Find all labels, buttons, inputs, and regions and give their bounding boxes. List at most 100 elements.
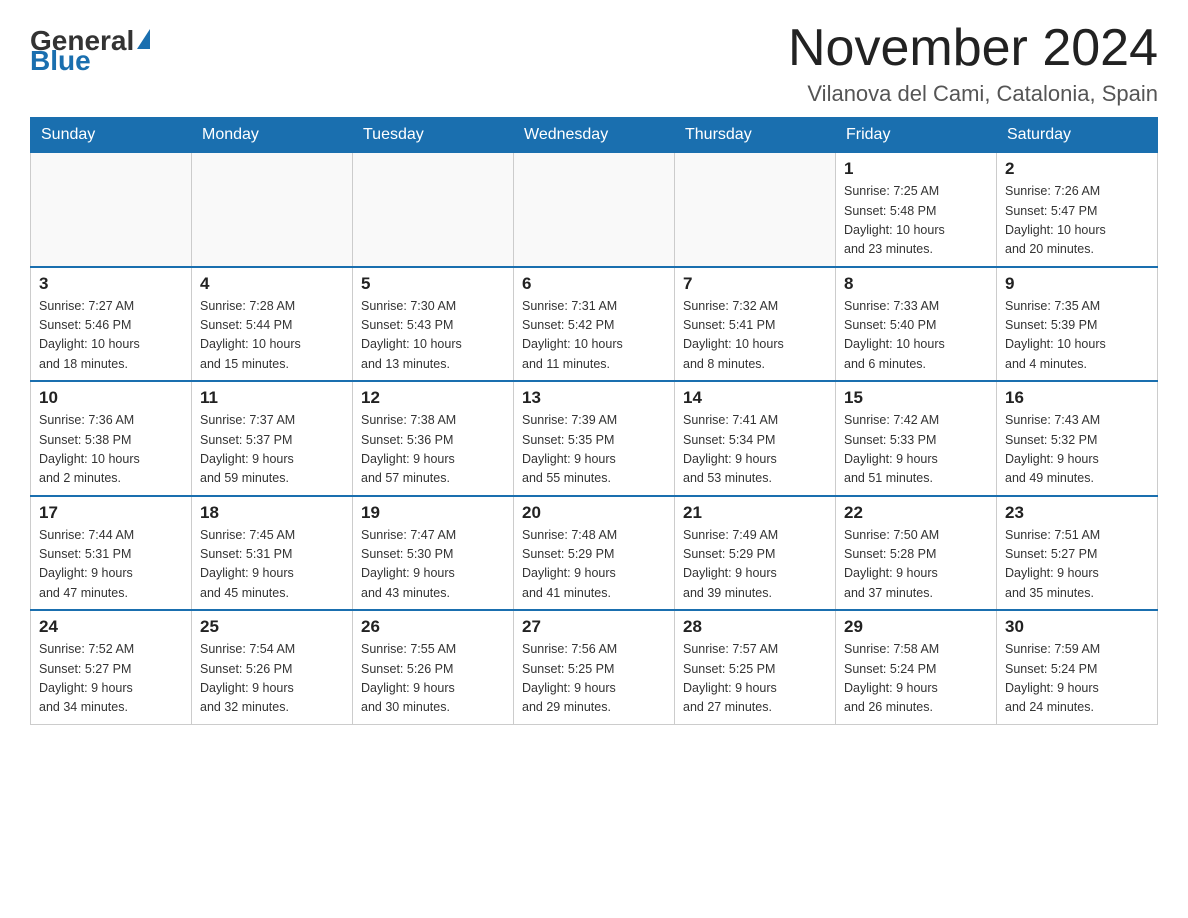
day-number: 4 bbox=[200, 274, 344, 294]
day-info: Sunrise: 7:38 AM Sunset: 5:36 PM Dayligh… bbox=[361, 411, 505, 489]
calendar-cell: 16Sunrise: 7:43 AM Sunset: 5:32 PM Dayli… bbox=[997, 381, 1158, 496]
calendar-week-row: 24Sunrise: 7:52 AM Sunset: 5:27 PM Dayli… bbox=[31, 610, 1158, 724]
day-info: Sunrise: 7:26 AM Sunset: 5:47 PM Dayligh… bbox=[1005, 182, 1149, 260]
day-number: 25 bbox=[200, 617, 344, 637]
logo-blue: Blue bbox=[30, 45, 91, 77]
calendar-cell: 29 Sunrise: 7:58 AM Sunset: 5:24 PM Dayli… bbox=[836, 610, 997, 724]
day-info: Sunrise: 7:44 AM Sunset: 5:31 PM Dayligh… bbox=[39, 526, 183, 604]
day-info: Sunrise: 7:51 AM Sunset: 5:27 PM Dayligh… bbox=[1005, 526, 1149, 604]
day-info: Sunrise: 7:43 AM Sunset: 5:32 PM Dayligh… bbox=[1005, 411, 1149, 489]
day-info: Sunrise: 7:59 AM Sunset: 5:24 PM Dayligh… bbox=[1005, 640, 1149, 718]
day-info: Sunrise: 7:57 AM Sunset: 5:25 PM Dayligh… bbox=[683, 640, 827, 718]
day-info: Sunrise: 7:41 AM Sunset: 5:34 PM Dayligh… bbox=[683, 411, 827, 489]
day-number: 21 bbox=[683, 503, 827, 523]
day-info: Sunrise: 7:39 AM Sunset: 5:35 PM Dayligh… bbox=[522, 411, 666, 489]
calendar-cell: 30 Sunrise: 7:59 AM Sunset: 5:24 PM Dayli… bbox=[997, 610, 1158, 724]
day-number: 20 bbox=[522, 503, 666, 523]
calendar-cell: 3 Sunrise: 7:27 AM Sunset: 5:46 PM Daylig… bbox=[31, 267, 192, 382]
day-number: 7 bbox=[683, 274, 827, 294]
calendar-cell bbox=[192, 153, 353, 267]
day-info: Sunrise: 7:37 AM Sunset: 5:37 PM Dayligh… bbox=[200, 411, 344, 489]
day-number: 9 bbox=[1005, 274, 1149, 294]
day-number: 18 bbox=[200, 503, 344, 523]
day-number: 13 bbox=[522, 388, 666, 408]
header: General Blue November 2024 Vilanova del … bbox=[30, 20, 1158, 107]
day-info: Sunrise: 7:35 AM Sunset: 5:39 PM Dayligh… bbox=[1005, 297, 1149, 375]
month-title: November 2024 bbox=[788, 20, 1158, 77]
calendar-cell: 18 Sunrise: 7:45 AM Sunset: 5:31 PM Dayli… bbox=[192, 496, 353, 611]
calendar-cell: 7 Sunrise: 7:32 AM Sunset: 5:41 PM Daylig… bbox=[675, 267, 836, 382]
day-info: Sunrise: 7:25 AM Sunset: 5:48 PM Dayligh… bbox=[844, 182, 988, 260]
calendar-cell: 23 Sunrise: 7:51 AM Sunset: 5:27 PM Dayli… bbox=[997, 496, 1158, 611]
day-number: 29 bbox=[844, 617, 988, 637]
day-info: Sunrise: 7:30 AM Sunset: 5:43 PM Dayligh… bbox=[361, 297, 505, 375]
day-number: 22 bbox=[844, 503, 988, 523]
calendar-cell: 11 Sunrise: 7:37 AM Sunset: 5:37 PM Dayli… bbox=[192, 381, 353, 496]
day-info: Sunrise: 7:47 AM Sunset: 5:30 PM Dayligh… bbox=[361, 526, 505, 604]
day-info: Sunrise: 7:27 AM Sunset: 5:46 PM Dayligh… bbox=[39, 297, 183, 375]
calendar-week-row: 10 Sunrise: 7:36 AM Sunset: 5:38 PM Dayli… bbox=[31, 381, 1158, 496]
calendar-cell bbox=[514, 153, 675, 267]
calendar-cell: 8Sunrise: 7:33 AM Sunset: 5:40 PM Daylig… bbox=[836, 267, 997, 382]
calendar-cell: 12Sunrise: 7:38 AM Sunset: 5:36 PM Dayli… bbox=[353, 381, 514, 496]
day-number: 30 bbox=[1005, 617, 1149, 637]
day-info: Sunrise: 7:54 AM Sunset: 5:26 PM Dayligh… bbox=[200, 640, 344, 718]
calendar-cell bbox=[31, 153, 192, 267]
day-info: Sunrise: 7:58 AM Sunset: 5:24 PM Dayligh… bbox=[844, 640, 988, 718]
day-number: 3 bbox=[39, 274, 183, 294]
calendar-header-sunday: Sunday bbox=[31, 118, 192, 153]
day-number: 11 bbox=[200, 388, 344, 408]
day-info: Sunrise: 7:56 AM Sunset: 5:25 PM Dayligh… bbox=[522, 640, 666, 718]
calendar-header-monday: Monday bbox=[192, 118, 353, 153]
day-info: Sunrise: 7:31 AM Sunset: 5:42 PM Dayligh… bbox=[522, 297, 666, 375]
calendar-cell: 24Sunrise: 7:52 AM Sunset: 5:27 PM Dayli… bbox=[31, 610, 192, 724]
day-info: Sunrise: 7:36 AM Sunset: 5:38 PM Dayligh… bbox=[39, 411, 183, 489]
day-number: 1 bbox=[844, 159, 988, 179]
calendar-cell: 19 Sunrise: 7:47 AM Sunset: 5:30 PM Dayli… bbox=[353, 496, 514, 611]
day-info: Sunrise: 7:50 AM Sunset: 5:28 PM Dayligh… bbox=[844, 526, 988, 604]
calendar-cell: 17 Sunrise: 7:44 AM Sunset: 5:31 PM Dayli… bbox=[31, 496, 192, 611]
day-number: 14 bbox=[683, 388, 827, 408]
day-info: Sunrise: 7:42 AM Sunset: 5:33 PM Dayligh… bbox=[844, 411, 988, 489]
calendar-week-row: 3 Sunrise: 7:27 AM Sunset: 5:46 PM Daylig… bbox=[31, 267, 1158, 382]
day-info: Sunrise: 7:45 AM Sunset: 5:31 PM Dayligh… bbox=[200, 526, 344, 604]
calendar-cell: 4 Sunrise: 7:28 AM Sunset: 5:44 PM Daylig… bbox=[192, 267, 353, 382]
calendar-header-friday: Friday bbox=[836, 118, 997, 153]
calendar-cell: 10 Sunrise: 7:36 AM Sunset: 5:38 PM Dayli… bbox=[31, 381, 192, 496]
calendar-cell: 20 Sunrise: 7:48 AM Sunset: 5:29 PM Dayli… bbox=[514, 496, 675, 611]
day-number: 15 bbox=[844, 388, 988, 408]
location-title: Vilanova del Cami, Catalonia, Spain bbox=[788, 81, 1158, 107]
calendar-header-tuesday: Tuesday bbox=[353, 118, 514, 153]
day-number: 19 bbox=[361, 503, 505, 523]
calendar-cell bbox=[353, 153, 514, 267]
calendar-cell: 25 Sunrise: 7:54 AM Sunset: 5:26 PM Dayli… bbox=[192, 610, 353, 724]
day-info: Sunrise: 7:32 AM Sunset: 5:41 PM Dayligh… bbox=[683, 297, 827, 375]
calendar-cell: 21Sunrise: 7:49 AM Sunset: 5:29 PM Dayli… bbox=[675, 496, 836, 611]
day-number: 28 bbox=[683, 617, 827, 637]
day-info: Sunrise: 7:52 AM Sunset: 5:27 PM Dayligh… bbox=[39, 640, 183, 718]
day-number: 2 bbox=[1005, 159, 1149, 179]
calendar-cell: 15 Sunrise: 7:42 AM Sunset: 5:33 PM Dayli… bbox=[836, 381, 997, 496]
day-info: Sunrise: 7:28 AM Sunset: 5:44 PM Dayligh… bbox=[200, 297, 344, 375]
logo: General Blue bbox=[30, 20, 150, 77]
calendar-cell: 27 Sunrise: 7:56 AM Sunset: 5:25 PM Dayli… bbox=[514, 610, 675, 724]
title-area: November 2024 Vilanova del Cami, Catalon… bbox=[788, 20, 1158, 107]
day-number: 26 bbox=[361, 617, 505, 637]
calendar-cell: 28 Sunrise: 7:57 AM Sunset: 5:25 PM Dayli… bbox=[675, 610, 836, 724]
calendar-cell: 13 Sunrise: 7:39 AM Sunset: 5:35 PM Dayli… bbox=[514, 381, 675, 496]
day-number: 10 bbox=[39, 388, 183, 408]
day-number: 23 bbox=[1005, 503, 1149, 523]
calendar-cell: 2 Sunrise: 7:26 AM Sunset: 5:47 PM Daylig… bbox=[997, 153, 1158, 267]
day-info: Sunrise: 7:55 AM Sunset: 5:26 PM Dayligh… bbox=[361, 640, 505, 718]
day-info: Sunrise: 7:48 AM Sunset: 5:29 PM Dayligh… bbox=[522, 526, 666, 604]
day-number: 17 bbox=[39, 503, 183, 523]
calendar-header-saturday: Saturday bbox=[997, 118, 1158, 153]
day-number: 5 bbox=[361, 274, 505, 294]
calendar-cell: 5 Sunrise: 7:30 AM Sunset: 5:43 PM Daylig… bbox=[353, 267, 514, 382]
calendar-cell: 14 Sunrise: 7:41 AM Sunset: 5:34 PM Dayli… bbox=[675, 381, 836, 496]
calendar-header-thursday: Thursday bbox=[675, 118, 836, 153]
calendar-cell: 26 Sunrise: 7:55 AM Sunset: 5:26 PM Dayli… bbox=[353, 610, 514, 724]
day-number: 27 bbox=[522, 617, 666, 637]
calendar-week-row: 17 Sunrise: 7:44 AM Sunset: 5:31 PM Dayli… bbox=[31, 496, 1158, 611]
calendar-table: SundayMondayTuesdayWednesdayThursdayFrid… bbox=[30, 117, 1158, 725]
